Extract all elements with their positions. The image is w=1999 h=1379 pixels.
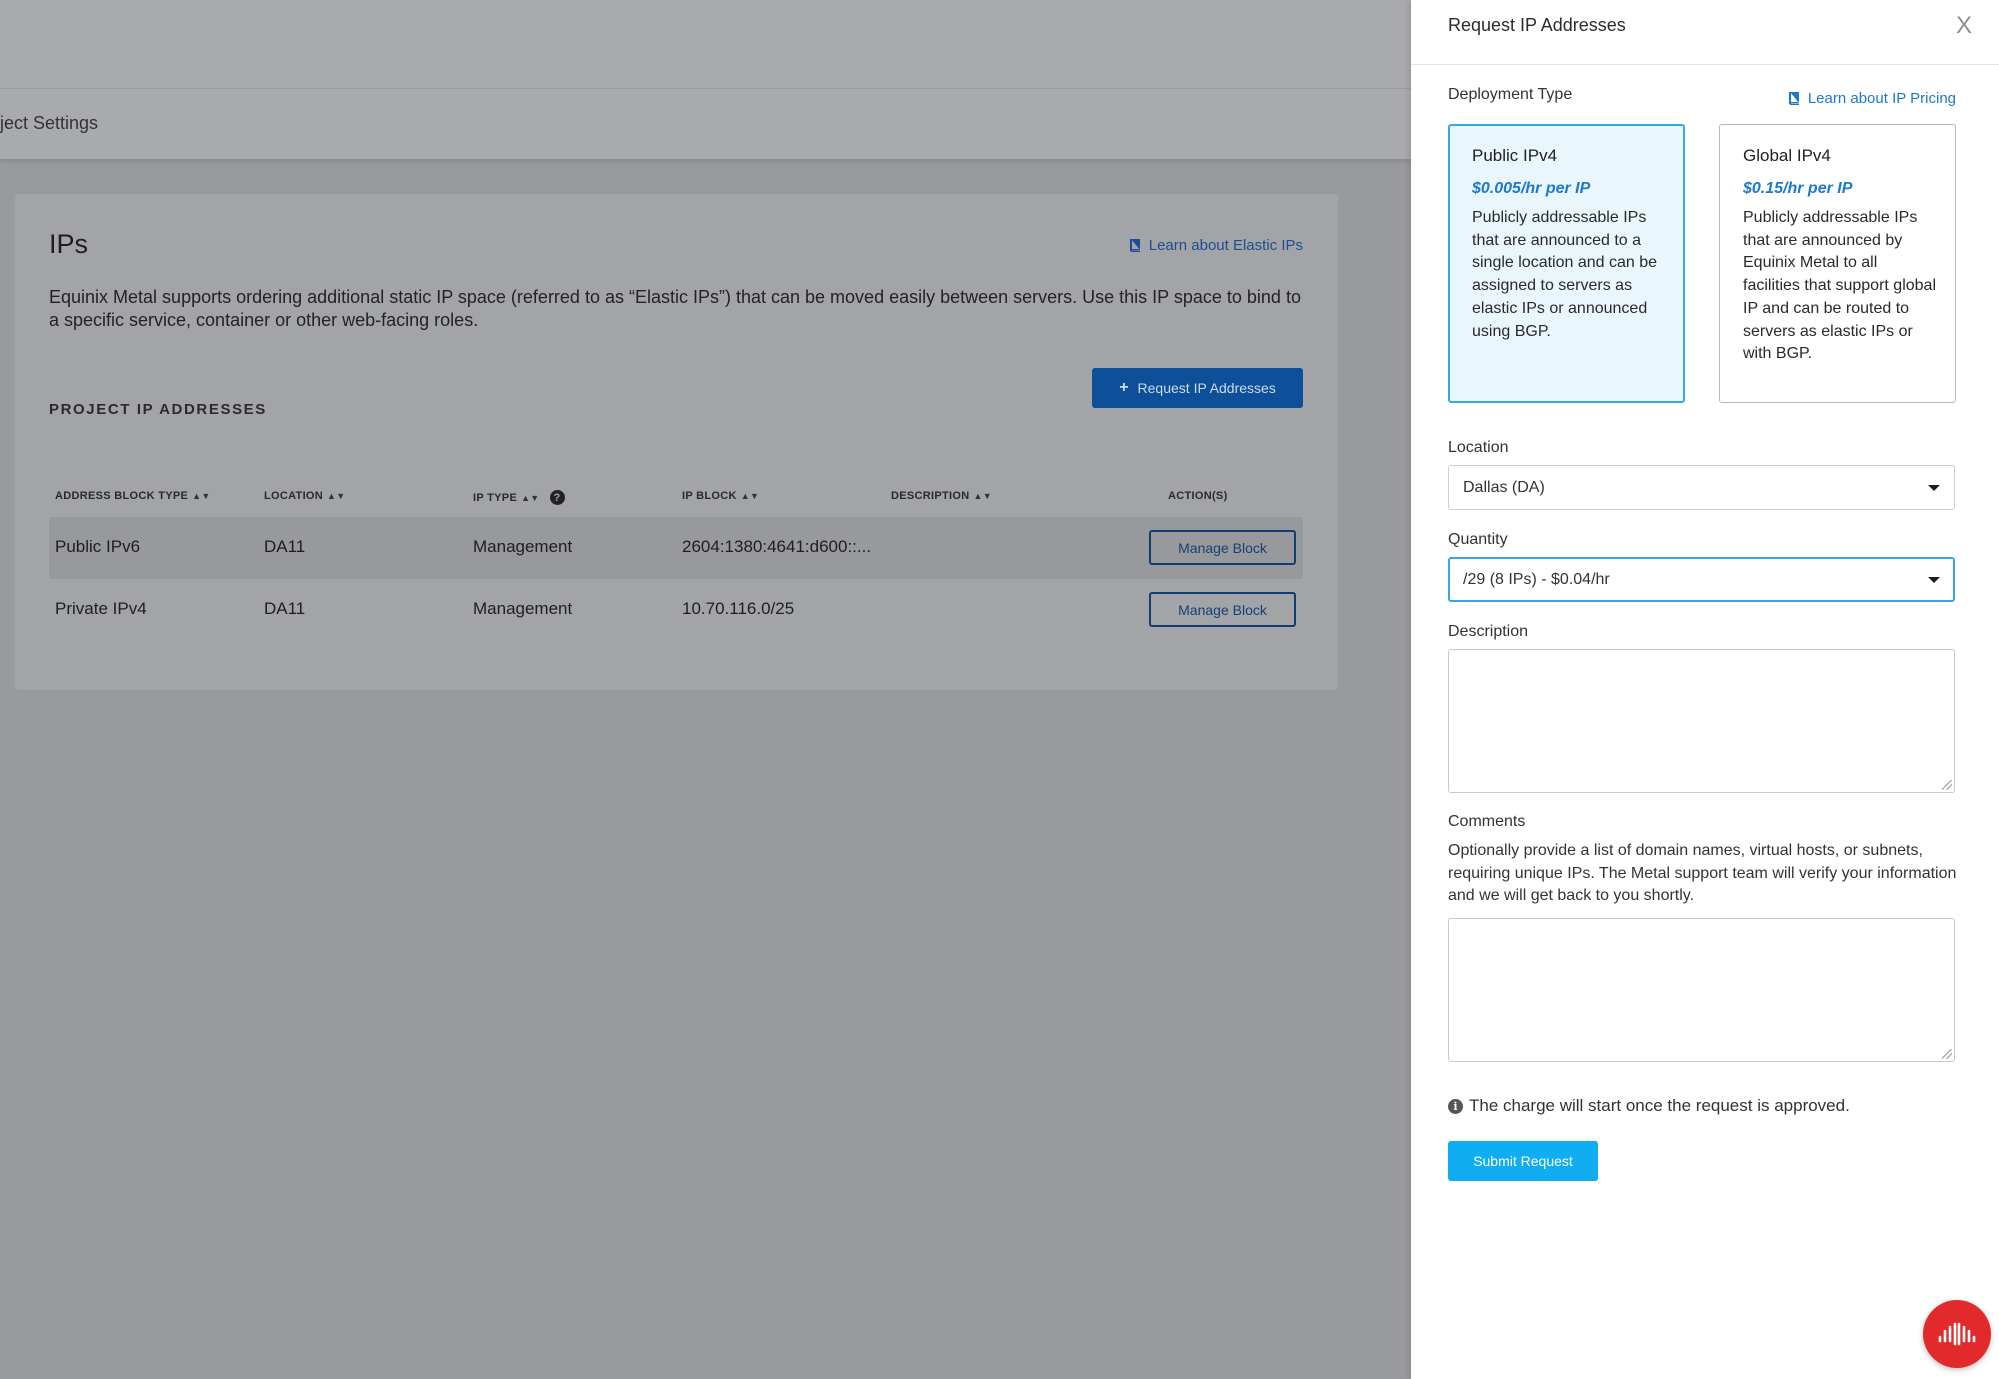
submit-request-button[interactable]: Submit Request: [1448, 1141, 1598, 1181]
comments-textarea[interactable]: [1448, 918, 1955, 1062]
option-name: Global IPv4: [1743, 146, 1831, 165]
resize-handle-icon[interactable]: [1942, 1049, 1952, 1059]
column-header-actions: ACTION(S): [1168, 490, 1228, 502]
panel-title: Request IP Addresses: [1448, 15, 1626, 35]
equinix-logo-icon[interactable]: [1923, 1300, 1991, 1368]
description-textarea[interactable]: [1448, 649, 1955, 793]
deployment-type-label: Deployment Type: [1448, 86, 1573, 103]
cell-ip-type: Management: [473, 537, 573, 556]
request-ip-addresses-button[interactable]: + Request IP Addresses: [1092, 368, 1303, 408]
plus-icon: +: [1119, 379, 1129, 396]
option-description: Publicly addressable IPs that are announ…: [1472, 209, 1658, 340]
location-value: Dallas (DA): [1463, 478, 1545, 496]
column-header-type-label: ADDRESS BLOCK TYPE: [55, 490, 189, 502]
location-label: Location: [1448, 439, 1509, 456]
column-header-ip-type-label: IP TYPE: [473, 491, 518, 504]
cell-location: DA11: [264, 537, 306, 556]
help-icon[interactable]: ?: [549, 490, 565, 505]
sort-icon: ▲▼: [740, 491, 760, 501]
top-bar: [0, 0, 1411, 89]
cell-ip-type: Management: [473, 599, 573, 618]
sort-icon: ▲▼: [192, 491, 211, 501]
cell-type: Private IPv4: [55, 599, 147, 618]
option-price: $0.15/hr per IP: [1743, 180, 1853, 197]
close-icon[interactable]: X: [1956, 12, 1972, 40]
column-header-location[interactable]: LOCATION ▲▼: [264, 490, 345, 502]
quantity-select[interactable]: /29 (8 IPs) - $0.04/hr: [1448, 557, 1955, 602]
cell-type: Public IPv6: [55, 537, 141, 556]
column-header-ip-block[interactable]: IP BLOCK ▲▼: [682, 490, 759, 502]
request-ip-panel: Request IP Addresses X Deployment Type L…: [1411, 0, 1999, 1379]
column-header-description[interactable]: DESCRIPTION ▲▼: [891, 490, 992, 502]
panel-header: Request IP Addresses X: [1411, 0, 1999, 65]
section-heading: PROJECT IP ADDRESSES: [49, 401, 267, 418]
option-public-ipv4[interactable]: Public IPv4 $0.005/hr per IP Publicly ad…: [1448, 124, 1685, 403]
quantity-value: /29 (8 IPs) - $0.04/hr: [1463, 570, 1610, 588]
caret-down-icon: [1928, 484, 1940, 491]
cell-ip-block: 10.70.116.0/25: [682, 599, 795, 618]
page-title: IPs: [49, 229, 89, 259]
book-icon: [1788, 92, 1799, 105]
learn-ip-pricing-label[interactable]: Learn about IP Pricing: [1808, 90, 1956, 107]
cell-ip-block: 2604:1380:4641:d600::...: [682, 537, 872, 556]
comments-label: Comments: [1448, 813, 1526, 830]
sort-icon: ▲▼: [327, 491, 346, 501]
charge-notice-text: The charge will start once the request i…: [1469, 1096, 1850, 1115]
learn-ip-pricing-link[interactable]: Learn about IP Pricing: [1788, 90, 1956, 107]
subnav-project-settings[interactable]: ject Settings: [0, 113, 98, 134]
column-header-ip-type[interactable]: IP TYPE ▲▼ ?: [473, 490, 565, 505]
sort-icon: ▲▼: [521, 492, 540, 503]
column-header-actions-label: ACTION(S): [1168, 490, 1228, 502]
info-icon: i: [1448, 1098, 1463, 1114]
charge-notice: i The charge will start once the request…: [1448, 1096, 1850, 1116]
resize-handle-icon[interactable]: [1942, 780, 1952, 790]
manage-block-button[interactable]: Manage Block: [1149, 530, 1296, 565]
ips-description: Equinix Metal supports ordering addition…: [49, 287, 1301, 330]
sub-navigation: [0, 89, 1411, 161]
learn-elastic-ips-label[interactable]: Learn about Elastic IPs: [1149, 237, 1303, 254]
option-global-ipv4[interactable]: Global IPv4 $0.15/hr per IP Publicly add…: [1719, 124, 1956, 403]
book-icon: [1129, 239, 1140, 252]
option-description: Publicly addressable IPs that are announ…: [1743, 209, 1936, 363]
manage-block-button[interactable]: Manage Block: [1149, 592, 1296, 627]
column-header-type[interactable]: ADDRESS BLOCK TYPE ▲▼: [55, 490, 211, 502]
caret-down-icon: [1928, 576, 1940, 583]
column-header-location-label: LOCATION: [264, 490, 324, 502]
comments-help-text: Optionally provide a list of domain name…: [1448, 842, 1957, 904]
location-select[interactable]: Dallas (DA): [1448, 465, 1955, 510]
ips-card: [15, 194, 1338, 690]
learn-elastic-ips-link[interactable]: Learn about Elastic IPs: [1129, 237, 1303, 254]
description-label: Description: [1448, 623, 1529, 640]
request-ip-addresses-label: Request IP Addresses: [1137, 380, 1276, 396]
quantity-label: Quantity: [1448, 531, 1508, 548]
option-price: $0.005/hr per IP: [1472, 180, 1591, 197]
cell-location: DA11: [264, 599, 306, 618]
table-row: [49, 517, 1303, 579]
column-header-ip-block-label: IP BLOCK: [682, 490, 737, 502]
sort-icon: ▲▼: [973, 491, 992, 501]
column-header-description-label: DESCRIPTION: [891, 490, 970, 502]
equinix-logo-mark: [1938, 1322, 1976, 1346]
option-name: Public IPv4: [1472, 146, 1558, 165]
